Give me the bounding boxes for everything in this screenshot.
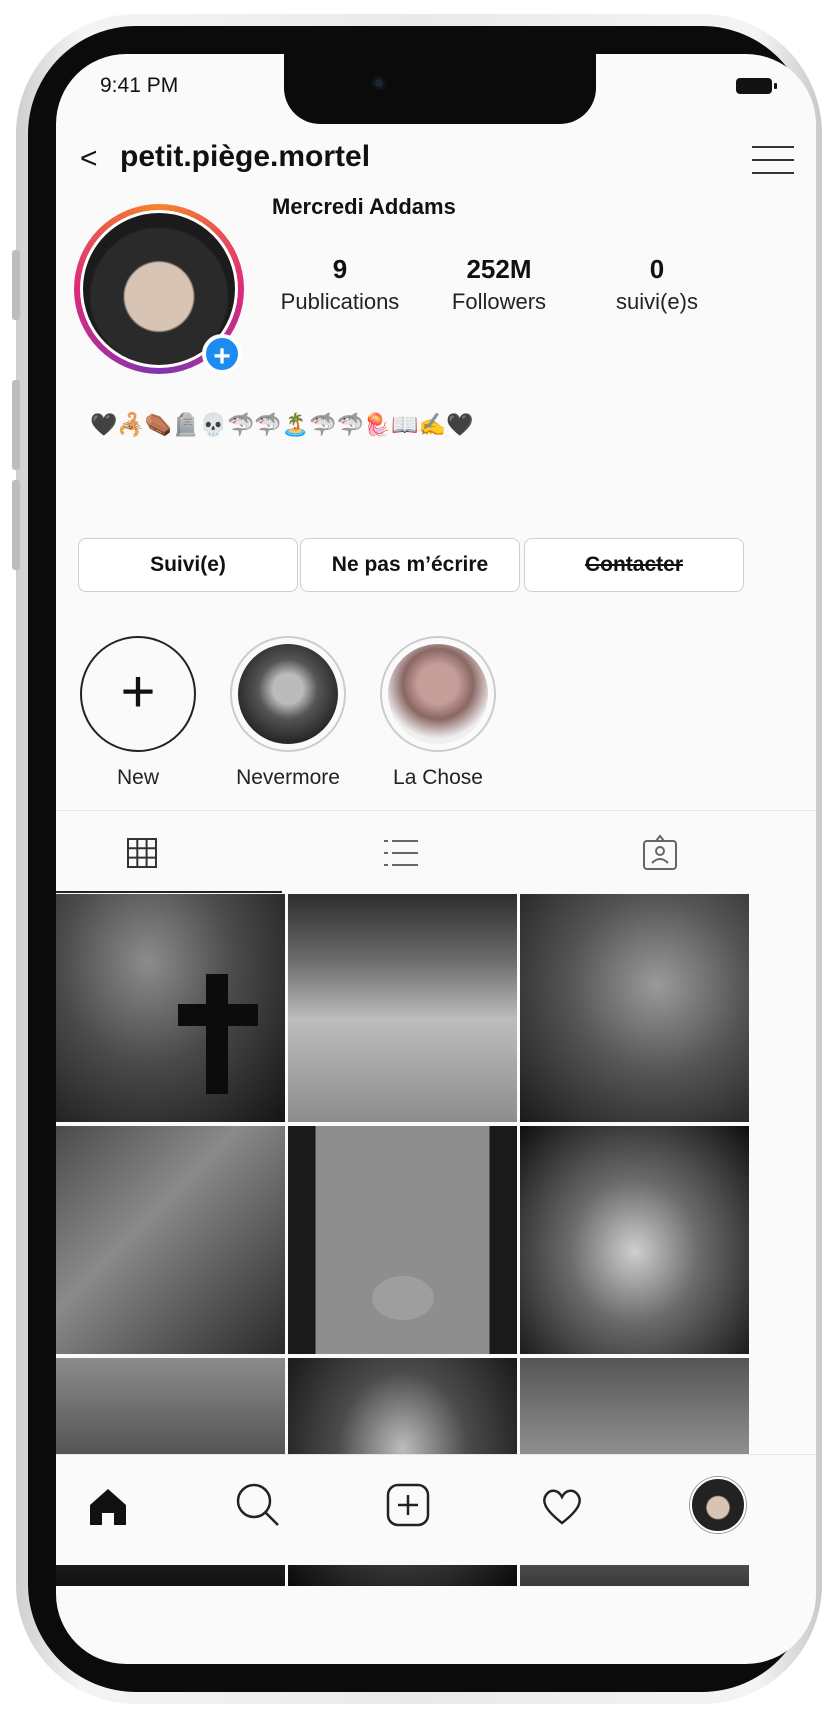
plus-icon: + — [120, 658, 156, 725]
post-thumbnail[interactable] — [56, 1126, 285, 1354]
stat-label: Publications — [280, 289, 400, 314]
phone-side-button — [12, 480, 20, 570]
phone-side-button — [12, 380, 20, 470]
search-icon[interactable] — [234, 1481, 282, 1529]
post-thumbnail[interactable] — [288, 1126, 517, 1354]
contact-button[interactable]: Contacter — [524, 538, 744, 592]
stat-value: 0 — [649, 254, 665, 284]
list-icon[interactable] — [380, 833, 420, 873]
stat-label: suivi(e)s — [616, 289, 698, 314]
profile-avatar-tab[interactable] — [690, 1477, 746, 1533]
highlight-label: New — [116, 766, 159, 789]
post-thumbnail[interactable] — [56, 894, 285, 1122]
stat-followers[interactable]: 252M Followers — [436, 254, 562, 315]
stat-publications[interactable]: 9 Publications — [270, 254, 410, 315]
status-time: 9:41 PM — [100, 74, 179, 97]
active-tab-indicator — [56, 891, 282, 893]
full-name: Mercredi Addams — [272, 194, 456, 219]
new-post-icon[interactable] — [384, 1481, 432, 1529]
new-highlight-circle: + — [80, 636, 196, 752]
highlight-new[interactable]: + New — [78, 636, 198, 790]
highlight-label: La Chose — [393, 766, 483, 789]
highlight-cover — [380, 636, 496, 752]
grid-icon[interactable] — [122, 833, 162, 873]
bottom-navigation — [56, 1454, 816, 1565]
camera-icon — [372, 76, 386, 90]
stat-following[interactable]: 0 suivi(e)s — [602, 254, 712, 315]
bio: 🖤🦂⚰️🪦💀🦈🦈🏝️🦈🦈🪼📖✍️🖤 — [90, 412, 474, 437]
stat-label: Followers — [451, 289, 547, 314]
username: petit.piège.mortel — [120, 140, 371, 173]
profile-tabs — [56, 810, 816, 893]
battery-icon — [736, 78, 777, 94]
message-button[interactable]: Ne pas m’écrire — [300, 538, 520, 592]
notch — [284, 54, 596, 124]
post-thumbnail[interactable] — [288, 894, 517, 1122]
add-story-icon[interactable]: + — [202, 334, 242, 374]
back-icon[interactable]: < — [80, 142, 98, 176]
stat-value: 252M — [466, 254, 532, 284]
highlight-nevermore[interactable]: Nevermore — [228, 636, 348, 790]
home-icon[interactable] — [84, 1481, 132, 1529]
following-button[interactable]: Suivi(e) — [78, 538, 298, 592]
highlight-cover — [230, 636, 346, 752]
profile-header: < petit.piège.mortel — [56, 132, 816, 188]
tagged-icon[interactable] — [640, 833, 680, 873]
post-thumbnail[interactable] — [520, 894, 749, 1122]
post-thumbnail[interactable] — [520, 1126, 749, 1354]
phone-side-button — [12, 250, 20, 320]
highlight-la-chose[interactable]: La Chose — [378, 636, 498, 790]
heart-icon[interactable] — [538, 1481, 586, 1529]
stat-value: 9 — [332, 254, 348, 284]
highlight-label: Nevermore — [236, 766, 340, 789]
menu-icon[interactable] — [752, 144, 794, 176]
screen: 9:41 PM < petit.piège.mortel + Mercredi … — [56, 54, 816, 1664]
